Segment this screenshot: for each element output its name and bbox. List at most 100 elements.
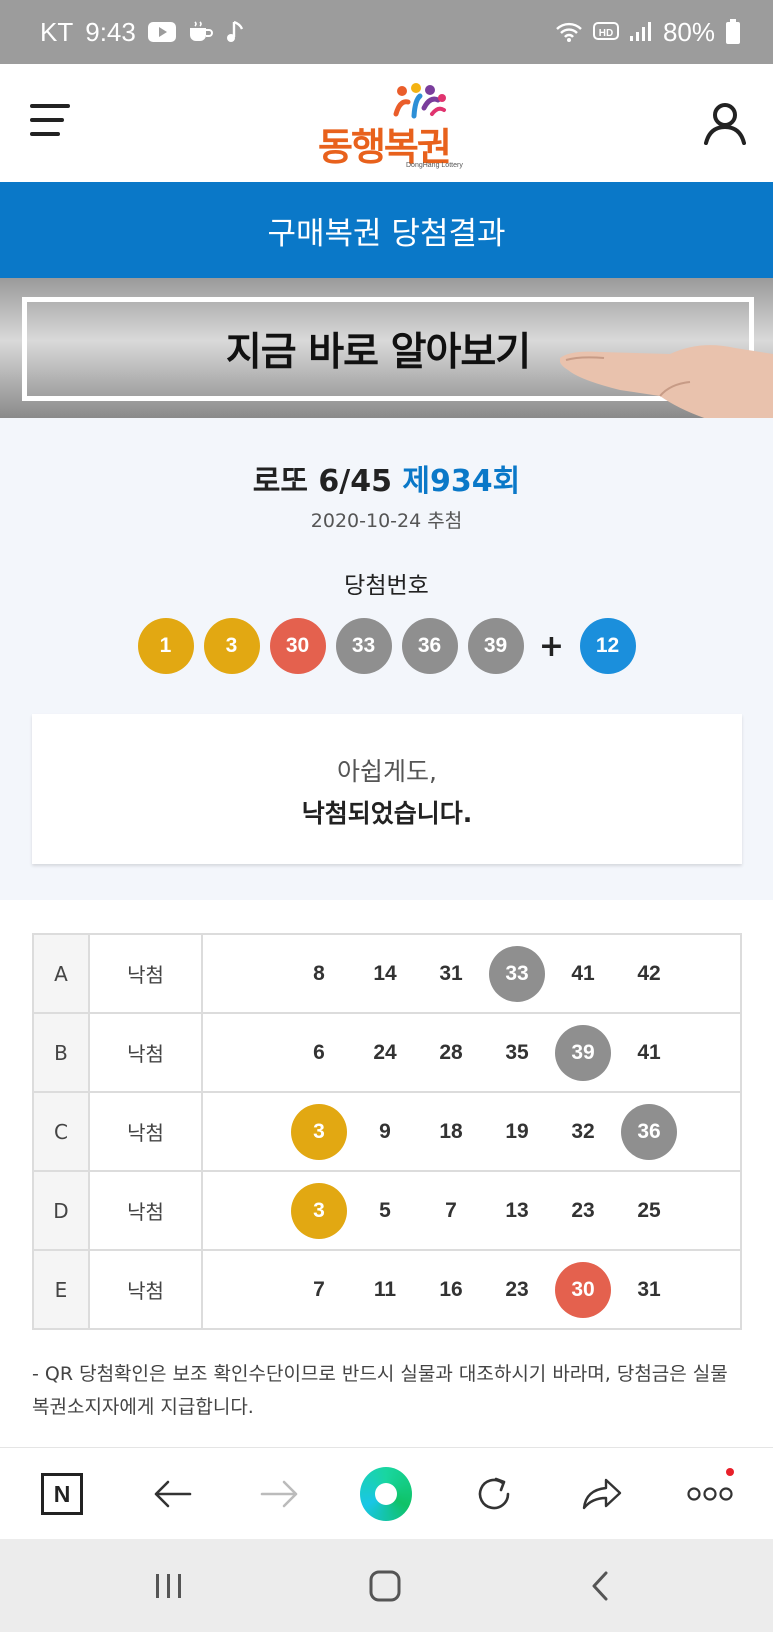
ticket-table: A 낙첨 8 14 31 33 41 42 B 낙첨 6 24 28 35 39 41 C 낙첨 3 9 18 19 32 3… xyxy=(32,933,742,1330)
user-icon[interactable] xyxy=(702,100,748,146)
menu-icon[interactable] xyxy=(30,104,70,140)
ticket-letter: E xyxy=(32,1249,90,1330)
youtube-icon xyxy=(147,22,176,42)
bonus-plus-sign: + xyxy=(538,628,565,664)
ticket-number: 16 xyxy=(439,1277,463,1301)
winning-ball: 33 xyxy=(335,618,392,674)
ticket-row: E 낙첨 7 11 16 23 30 31 xyxy=(32,1249,742,1330)
wifi-icon xyxy=(555,21,583,43)
ticket-row: C 낙첨 3 9 18 19 32 36 xyxy=(32,1091,742,1172)
winning-ball: 30 xyxy=(269,618,326,674)
ticket-number: 5 xyxy=(379,1198,391,1222)
matched-number: 3 xyxy=(291,1182,347,1239)
ticket-status: 낙첨 xyxy=(88,933,203,1014)
battery-icon xyxy=(725,19,741,45)
notice-text: - QR 당첨확인은 보조 확인수단이므로 반드시 실물과 대조하시기 바라며,… xyxy=(32,1363,728,1419)
system-nav-bar xyxy=(0,1539,773,1632)
pointing-hand-icon xyxy=(560,345,773,418)
ticket-row: D 낙첨 3 5 7 13 23 25 xyxy=(32,1170,742,1251)
draw-result-section: 로또 6/45 제934회 2020-10-24 추첨 당첨번호 1 3 30 33 3… xyxy=(0,418,773,900)
ticket-numbers: 7 11 16 23 30 31 xyxy=(201,1249,742,1330)
promo-banner[interactable]: 지금 바로 알아보기 xyxy=(0,278,773,418)
notification-dot xyxy=(726,1468,734,1476)
ticket-number: 13 xyxy=(505,1198,529,1222)
ticket-number: 8 xyxy=(313,961,325,985)
ticket-letter: A xyxy=(32,933,90,1014)
signal-icon xyxy=(629,21,653,43)
draw-round: 제934회 xyxy=(402,464,521,499)
result-message-line1: 아쉽게도, xyxy=(337,757,437,786)
ticket-row: A 낙첨 8 14 31 33 41 42 xyxy=(32,933,742,1014)
ticket-number: 24 xyxy=(373,1040,397,1064)
ticket-number: 31 xyxy=(439,961,463,985)
browser-toolbar: N xyxy=(0,1447,773,1539)
ticket-status: 낙첨 xyxy=(88,1170,203,1251)
carrier: KT xyxy=(40,16,74,47)
ticket-number: 23 xyxy=(505,1277,529,1301)
game-name: 로또 6/45 xyxy=(252,464,392,499)
ticket-numbers: 3 5 7 13 23 25 xyxy=(201,1170,742,1251)
winning-numbers-label: 당첨번호 xyxy=(344,573,429,599)
result-message-line2: 낙첨되었습니다. xyxy=(301,799,473,828)
more-icon[interactable] xyxy=(684,1468,736,1520)
matched-number: 3 xyxy=(291,1103,347,1160)
ticket-number: 25 xyxy=(637,1198,661,1222)
matched-number: 33 xyxy=(489,945,545,1002)
recent-apps-icon[interactable] xyxy=(146,1563,192,1609)
ticket-number: 19 xyxy=(505,1119,529,1143)
forward-arrow-icon[interactable] xyxy=(254,1468,306,1520)
ticket-numbers: 3 9 18 19 32 36 xyxy=(201,1091,742,1172)
status-bar: KT 9:43 HD 80% xyxy=(0,0,773,64)
ticket-number: 23 xyxy=(571,1198,595,1222)
svg-text:HD: HD xyxy=(599,28,613,39)
naver-n-label: N xyxy=(41,1473,83,1515)
clock: 9:43 xyxy=(85,16,136,47)
screen: KT 9:43 HD 80% 동행복권 DongHang Lottery 구매복… xyxy=(0,0,773,1632)
winning-ball: 3 xyxy=(203,618,260,674)
naver-home-icon[interactable]: N xyxy=(36,1468,88,1520)
draw-title: 로또 6/45 제934회 xyxy=(0,456,773,500)
ticket-number: 6 xyxy=(313,1040,325,1064)
draw-date: 2020-10-24 추첨 xyxy=(310,510,463,532)
ticket-number: 14 xyxy=(373,961,397,985)
ticket-status: 낙첨 xyxy=(88,1012,203,1093)
battery-level: 80% xyxy=(662,16,715,47)
logo-subtext: DongHang Lottery xyxy=(406,162,463,169)
ticket-number: 18 xyxy=(439,1119,463,1143)
winning-ball: 1 xyxy=(137,618,194,674)
page-title: 구매복권 당첨결과 xyxy=(0,182,773,278)
ticket-number: 7 xyxy=(445,1198,457,1222)
ticket-number: 11 xyxy=(373,1277,397,1301)
ticket-status: 낙첨 xyxy=(88,1091,203,1172)
logo[interactable]: 동행복권 DongHang Lottery xyxy=(316,82,466,170)
ticket-letter: D xyxy=(32,1170,90,1251)
banner-text: 지금 바로 알아보기 xyxy=(225,330,531,375)
winning-ball: 39 xyxy=(467,618,524,674)
ticket-number: 41 xyxy=(571,961,595,985)
ticket-number: 35 xyxy=(505,1040,529,1064)
music-icon xyxy=(226,20,246,44)
bonus-ball: 12 xyxy=(579,618,636,674)
ticket-letter: B xyxy=(32,1012,90,1093)
ticket-row: B 낙첨 6 24 28 35 39 41 xyxy=(32,1012,742,1093)
ticket-number: 31 xyxy=(637,1277,661,1301)
matched-number: 30 xyxy=(555,1261,611,1318)
ticket-number: 28 xyxy=(439,1040,463,1064)
back-arrow-icon[interactable] xyxy=(146,1468,198,1520)
back-icon[interactable] xyxy=(578,1563,624,1609)
ticket-number: 7 xyxy=(313,1277,325,1301)
ticket-number: 41 xyxy=(637,1040,661,1064)
winning-numbers: 1 3 30 33 36 39 +12 xyxy=(0,618,773,674)
ticket-numbers: 8 14 31 33 41 42 xyxy=(201,933,742,1014)
cafe-icon xyxy=(188,21,214,43)
refresh-icon[interactable] xyxy=(468,1468,520,1520)
ticket-number: 32 xyxy=(571,1119,595,1143)
home-icon[interactable] xyxy=(362,1563,408,1609)
share-icon[interactable] xyxy=(576,1468,628,1520)
ticket-number: 42 xyxy=(637,961,661,985)
hd-icon: HD xyxy=(592,21,619,43)
matched-number: 36 xyxy=(621,1103,677,1160)
green-dot-icon[interactable] xyxy=(360,1467,412,1521)
ticket-status: 낙첨 xyxy=(88,1249,203,1330)
matched-number: 39 xyxy=(555,1024,611,1081)
